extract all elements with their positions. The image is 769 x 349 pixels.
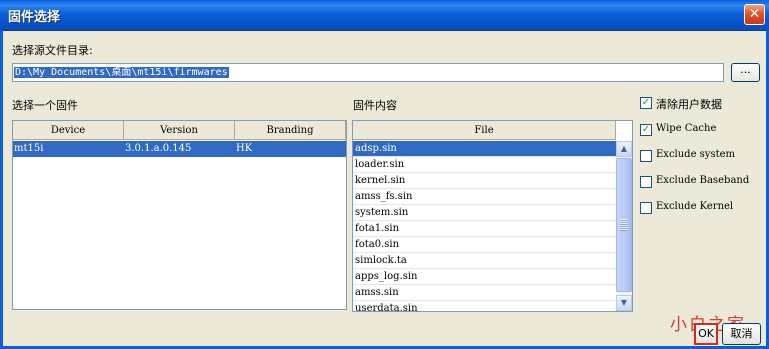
list-item[interactable]: fota0.sin <box>353 237 616 253</box>
checkbox-unchecked-icon[interactable] <box>640 176 652 188</box>
close-icon: ✕ <box>748 6 761 22</box>
option-label: Exclude Kernel <box>656 201 734 212</box>
list-item[interactable]: simlock.ta <box>353 253 616 269</box>
checkbox-unchecked-icon[interactable] <box>640 202 652 214</box>
title-bar[interactable]: 固件选择 ✕ <box>0 0 769 31</box>
source-dir-input[interactable]: D:\My Documents\桌面\mt15i\firmwares <box>12 63 724 82</box>
content-section-label: 固件内容 <box>353 99 397 112</box>
column-header-device[interactable]: Device <box>13 121 124 140</box>
checkbox-unchecked-icon[interactable] <box>640 150 652 162</box>
window-title: 固件选择 <box>8 10 61 25</box>
table-row[interactable]: mt15i 3.0.1.a.0.145 HK <box>13 141 346 157</box>
source-dir-label: 选择源文件目录: <box>12 44 93 57</box>
checkbox-checked-icon[interactable]: ✓ <box>640 124 652 136</box>
cell-branding: HK <box>236 143 253 154</box>
grip-icon <box>620 219 628 231</box>
file-list-scrollbar[interactable]: ▲ ▼ <box>616 141 632 311</box>
cancel-button[interactable]: 取消 <box>722 323 761 345</box>
column-header-branding[interactable]: Branding <box>235 121 346 140</box>
scroll-thumb[interactable] <box>616 158 632 292</box>
column-header-file[interactable]: File <box>353 121 616 140</box>
list-item[interactable]: adsp.sin <box>353 141 616 157</box>
ok-button[interactable]: OK <box>694 323 718 345</box>
list-item[interactable]: apps_log.sin <box>353 269 616 285</box>
list-item[interactable]: userdata.sin <box>353 301 616 311</box>
list-item[interactable]: kernel.sin <box>353 173 616 189</box>
cell-version: 3.0.1.a.0.145 <box>125 143 192 154</box>
option-label: Wipe Cache <box>656 123 717 134</box>
list-item[interactable]: fota1.sin <box>353 221 616 237</box>
firmware-section-label: 选择一个固件 <box>12 99 78 112</box>
option-label: 清除用户数据 <box>656 98 722 111</box>
column-header-version[interactable]: Version <box>124 121 235 140</box>
close-button[interactable]: ✕ <box>744 4 765 25</box>
list-item[interactable]: system.sin <box>353 205 616 221</box>
list-item[interactable]: amss_fs.sin <box>353 189 616 205</box>
list-item[interactable]: loader.sin <box>353 157 616 173</box>
option-label: Exclude system <box>656 149 736 160</box>
file-list[interactable]: File adsp.sin loader.sin kernel.sin amss… <box>352 120 633 312</box>
scroll-up-icon[interactable]: ▲ <box>616 141 632 157</box>
browse-button[interactable]: ... <box>731 63 760 82</box>
firmware-table[interactable]: Device Version Branding mt15i 3.0.1.a.0.… <box>12 120 347 310</box>
source-dir-value: D:\My Documents\桌面\mt15i\firmwares <box>14 67 229 78</box>
scroll-down-icon[interactable]: ▼ <box>616 295 632 311</box>
window-frame-left <box>0 30 3 349</box>
option-label: Exclude Baseband <box>656 175 750 186</box>
cell-device: mt15i <box>14 143 44 154</box>
checkbox-checked-icon[interactable]: ✓ <box>640 97 652 109</box>
list-item[interactable]: amss.sin <box>353 285 616 301</box>
